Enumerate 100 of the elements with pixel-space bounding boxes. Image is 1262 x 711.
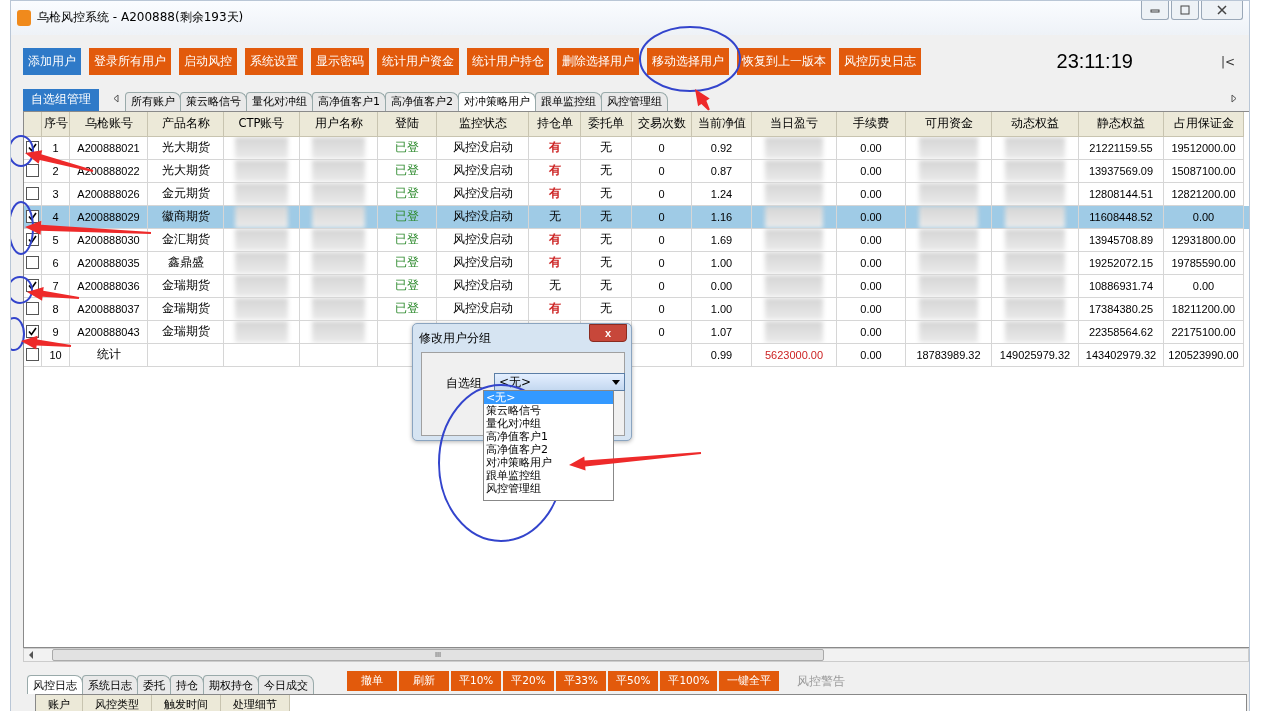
column-header[interactable]: 手续费 xyxy=(837,111,906,137)
action-button[interactable]: 刷新 xyxy=(399,671,449,691)
column-header[interactable]: 当日盈亏 xyxy=(752,111,837,137)
dropdown-option[interactable]: 高净值客户2 xyxy=(484,443,548,456)
group-tab[interactable]: 对冲策略用户 xyxy=(458,91,536,111)
log-tab[interactable]: 持仓 xyxy=(170,675,204,694)
cell-text: 1.07 xyxy=(710,325,733,338)
cell-text: A200888022 xyxy=(77,164,140,177)
group-tab[interactable]: 跟单监控组 xyxy=(535,91,602,111)
column-header[interactable]: 可用资金 xyxy=(906,111,992,137)
toolbar-button[interactable]: 风控历史日志 xyxy=(839,48,921,76)
table-row[interactable]: 3 A200888026 金元期货 已登 风控没启动 有 无 0 1.24 0.00 12808144.51 12821200.00 xyxy=(24,182,1249,206)
cell-text: 光大期货 xyxy=(161,163,210,179)
column-header[interactable]: 乌枪账号 xyxy=(70,111,148,137)
toolbar-button[interactable]: 系统设置 xyxy=(245,48,303,76)
close-icon xyxy=(1217,5,1227,15)
tab-scroll-left-icon[interactable] xyxy=(113,94,119,106)
cell-text: 12821200.00 xyxy=(1171,187,1236,200)
column-header[interactable]: 触发时间 xyxy=(152,695,221,711)
scroll-left-icon[interactable] xyxy=(28,651,34,660)
toolbar-button[interactable]: 删除选择用户 xyxy=(557,48,639,76)
column-header[interactable]: 风控类型 xyxy=(83,695,152,711)
redacted-block xyxy=(918,205,979,228)
close-button[interactable] xyxy=(1201,1,1243,20)
dropdown-option[interactable]: 高净值客户1 xyxy=(484,430,548,443)
column-header[interactable]: 监控状态 xyxy=(437,111,529,137)
dropdown-option[interactable]: 对冲策略用户 xyxy=(484,456,552,469)
toolbar-button[interactable]: 恢复到上一版本 xyxy=(737,48,831,76)
column-header[interactable]: 用户名称 xyxy=(300,111,378,137)
row-checkbox[interactable] xyxy=(26,164,39,178)
group-manage-button[interactable]: 自选组管理 xyxy=(23,88,99,111)
log-tab[interactable]: 期权持仓 xyxy=(203,675,259,694)
column-header[interactable]: 处理细节 xyxy=(221,695,290,711)
table-row[interactable]: 7 A200888036 金瑞期货 已登 风控没启动 无 无 0 0.00 0.00 10886931.74 0.00 xyxy=(24,274,1249,298)
cell-text: 143402979.32 xyxy=(1085,348,1157,361)
row-checkbox[interactable] xyxy=(26,302,39,316)
column-header[interactable]: 登陆 xyxy=(378,111,437,137)
table-row[interactable]: 1 A200888021 光大期货 已登 风控没启动 有 无 0 0.92 0.00 21221159.55 19512000.00 xyxy=(24,136,1249,160)
close-button[interactable]: x xyxy=(589,324,627,342)
column-header[interactable]: 占用保证金 xyxy=(1164,111,1244,137)
dropdown-option[interactable]: 策云略信号 xyxy=(484,404,541,417)
column-header[interactable]: 交易次数 xyxy=(632,111,692,137)
table-row[interactable]: 6 A200888035 鑫鼎盛 已登 风控没启动 有 无 0 1.00 0.00 19252072.15 19785590.00 xyxy=(24,251,1249,275)
column-header[interactable]: 当前净值 xyxy=(692,111,752,137)
action-button[interactable]: 平100% xyxy=(660,671,718,691)
column-header[interactable]: 账户 xyxy=(36,695,83,711)
toolbar-button[interactable]: 移动选择用户 xyxy=(647,48,729,76)
toolbar-button[interactable]: 统计用户持仓 xyxy=(467,48,549,76)
row-checkbox[interactable] xyxy=(26,187,39,201)
column-header[interactable]: 动态权益 xyxy=(992,111,1079,137)
redacted-block xyxy=(918,274,979,297)
cell-text: 金瑞期货 xyxy=(161,301,210,317)
redacted-block xyxy=(1004,320,1066,343)
caret-icon xyxy=(612,379,620,385)
action-button[interactable]: 平33% xyxy=(555,671,607,691)
dropdown-option[interactable]: 量化对冲组 xyxy=(484,417,541,430)
cell-text: A200888037 xyxy=(77,302,140,315)
cell-text: 金瑞期货 xyxy=(161,324,210,340)
table-row[interactable]: 8 A200888037 金瑞期货 已登 风控没启动 有 无 0 1.00 0.00 17384380.25 18211200.00 xyxy=(24,297,1249,321)
column-header[interactable]: CTP账号 xyxy=(224,111,300,137)
table-row[interactable]: 2 A200888022 光大期货 已登 风控没启动 有 无 0 0.87 0.00 13937569.09 15087100.00 xyxy=(24,159,1249,183)
table-row[interactable]: 4 A200888029 徽商期货 已登 风控没启动 无 无 0 1.16 0.00 11608448.52 0.00 xyxy=(24,205,1249,229)
collapse-button[interactable]: |< xyxy=(1220,54,1235,69)
action-button[interactable]: 撤单 xyxy=(347,671,397,691)
toolbar-button[interactable]: 登录所有用户 xyxy=(89,48,171,76)
cell-text: 18783989.32 xyxy=(916,348,981,361)
tab-scroll-right-icon[interactable] xyxy=(1231,94,1237,106)
table-row[interactable]: 5 A200888030 金汇期货 已登 风控没启动 有 无 0 1.69 0.00 13945708.89 12931800.00 xyxy=(24,228,1249,252)
row-checkbox[interactable] xyxy=(26,325,39,339)
action-button[interactable]: 平10% xyxy=(451,671,502,691)
column-header[interactable]: 静态权益 xyxy=(1079,111,1164,137)
row-checkbox[interactable] xyxy=(26,348,39,362)
log-tab[interactable]: 风控日志 xyxy=(27,675,83,694)
group-tab[interactable]: 所有账户 xyxy=(125,91,181,111)
action-button[interactable]: 一键全平 xyxy=(719,671,780,691)
column-header[interactable]: 委托单 xyxy=(581,111,632,137)
toolbar-button[interactable]: 启动风控 xyxy=(179,48,237,76)
log-tab[interactable]: 委托 xyxy=(137,675,171,694)
column-header[interactable]: 持仓单 xyxy=(529,111,581,137)
group-tab[interactable]: 风控管理组 xyxy=(601,91,668,111)
toolbar-button[interactable]: 添加用户 xyxy=(23,48,81,76)
group-tab[interactable]: 高净值客户2 xyxy=(385,91,459,111)
toolbar-button[interactable]: 统计用户资金 xyxy=(377,48,459,76)
cell-text: 0 xyxy=(658,256,665,269)
action-button[interactable]: 平20% xyxy=(503,671,554,691)
group-tab[interactable]: 高净值客户1 xyxy=(312,91,386,111)
column-header[interactable]: 产品名称 xyxy=(148,111,224,137)
dropdown-option[interactable]: 风控管理组 xyxy=(484,482,541,495)
log-tab[interactable]: 今日成交 xyxy=(258,675,314,694)
cell-text: 22358564.62 xyxy=(1088,325,1154,338)
redacted-block xyxy=(764,274,824,297)
log-tab[interactable]: 系统日志 xyxy=(82,675,138,694)
group-tab[interactable]: 量化对冲组 xyxy=(246,91,313,111)
dropdown-option[interactable]: 跟单监控组 xyxy=(484,469,541,482)
action-button[interactable]: 平50% xyxy=(608,671,659,691)
group-tab[interactable]: 策云略信号 xyxy=(180,91,247,111)
cell-text: 鑫鼎盛 xyxy=(167,255,204,271)
row-checkbox[interactable] xyxy=(26,256,39,270)
toolbar-button[interactable]: 显示密码 xyxy=(311,48,369,76)
column-header[interactable]: 序号 xyxy=(42,111,70,137)
